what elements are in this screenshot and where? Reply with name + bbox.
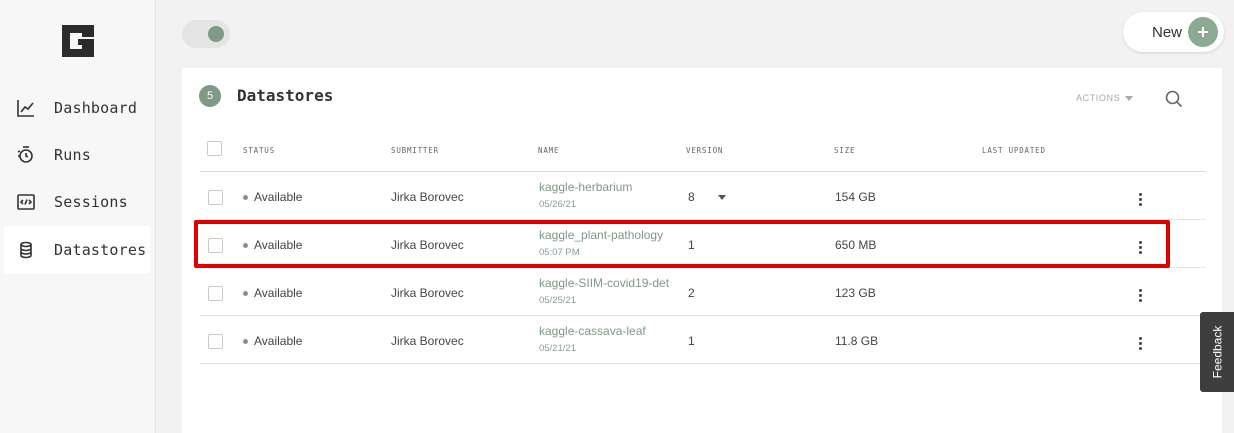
status-cell: Available (243, 238, 302, 252)
version-cell: 2 (688, 286, 695, 300)
actions-dropdown[interactable]: ACTIONS (1076, 93, 1134, 103)
datastore-date: 05/26/21 (539, 199, 576, 210)
column-header-status[interactable]: STATUS (243, 146, 275, 155)
datastore-name-link[interactable]: kaggle-cassava-leaf (539, 324, 646, 338)
column-header-name[interactable]: NAME (538, 146, 559, 155)
row-menu-icon[interactable] (1134, 237, 1146, 257)
row-checkbox[interactable] (208, 238, 223, 253)
size-cell: 154 GB (835, 190, 876, 204)
status-cell: Available (243, 334, 302, 348)
row-checkbox[interactable] (208, 334, 223, 349)
toggle-knob (208, 26, 224, 42)
datastore-date: 05:07 PM (539, 247, 580, 258)
database-icon (16, 240, 36, 260)
version-cell: 8 (688, 190, 695, 204)
new-button[interactable]: New (1123, 12, 1224, 52)
actions-label: ACTIONS (1076, 93, 1121, 103)
sidebar-item-label: Runs (54, 146, 91, 164)
grid-logo-icon[interactable] (60, 23, 96, 59)
datastore-date: 05/25/21 (539, 295, 576, 306)
status-text: Available (254, 286, 303, 300)
row-menu-icon[interactable] (1134, 189, 1146, 209)
submitter-cell: Jirka Borovec (391, 286, 464, 300)
table-row[interactable]: Available Jirka Borovec kaggle-herbarium… (200, 172, 1206, 220)
sidebar-item-dashboard[interactable]: Dashboard (4, 84, 150, 132)
runs-icon (16, 145, 36, 165)
sidebar-item-label: Dashboard (54, 99, 138, 117)
status-cell: Available (243, 286, 302, 300)
table-row[interactable]: Available Jirka Borovec kaggle_plant-pat… (200, 220, 1206, 268)
row-checkbox[interactable] (208, 286, 223, 301)
datastore-name-link[interactable]: kaggle-SIIM-covid19-det (539, 276, 669, 290)
status-text: Available (254, 190, 303, 204)
datastores-card: 5 Datastores ACTIONS STATUS SUBMITTER NA… (182, 68, 1222, 433)
sidebar-item-runs[interactable]: Runs (4, 131, 150, 179)
table-row[interactable]: Available Jirka Borovec kaggle-SIIM-covi… (200, 268, 1206, 316)
submitter-cell: Jirka Borovec (391, 334, 464, 348)
column-header-submitter[interactable]: SUBMITTER (391, 146, 439, 155)
sidebar-item-label: Datastores (54, 241, 147, 259)
column-header-last-updated[interactable]: LAST UPDATED (982, 146, 1046, 155)
version-cell: 1 (688, 238, 695, 252)
status-text: Available (254, 238, 303, 252)
status-dot (243, 290, 248, 296)
page-title: Datastores (237, 86, 334, 105)
caret-down-icon (1125, 95, 1134, 101)
count-badge: 5 (199, 85, 221, 107)
sidebar-item-datastores[interactable]: Datastores (4, 226, 150, 274)
status-cell: Available (243, 190, 302, 204)
status-text: Available (254, 334, 303, 348)
code-window-icon (16, 192, 36, 212)
feedback-tab[interactable]: Feedback (1200, 312, 1234, 392)
size-cell: 11.8 GB (835, 334, 879, 348)
table-row[interactable]: Available Jirka Borovec kaggle-cassava-l… (200, 316, 1206, 364)
row-menu-icon[interactable] (1134, 333, 1146, 353)
datastore-name-link[interactable]: kaggle_plant-pathology (539, 228, 663, 242)
submitter-cell: Jirka Borovec (391, 238, 464, 252)
row-menu-icon[interactable] (1134, 285, 1146, 305)
version-dropdown-icon[interactable] (718, 195, 726, 200)
sidebar: Dashboard Runs Sessions Datastores (0, 0, 156, 433)
size-cell: 123 GB (835, 286, 876, 300)
plus-icon (1188, 17, 1218, 47)
sidebar-item-label: Sessions (54, 193, 128, 211)
datastore-name-link[interactable]: kaggle-herbarium (539, 180, 632, 194)
chart-line-icon (16, 98, 36, 118)
status-dot (243, 338, 248, 344)
datastore-date: 05/21/21 (539, 343, 576, 354)
submitter-cell: Jirka Borovec (391, 190, 464, 204)
status-dot (243, 242, 248, 248)
status-dot (243, 194, 248, 200)
select-all-checkbox[interactable] (207, 141, 222, 156)
row-checkbox[interactable] (208, 190, 223, 205)
theme-toggle[interactable] (182, 20, 230, 48)
version-cell: 1 (688, 334, 695, 348)
size-cell: 650 MB (835, 238, 877, 252)
new-button-label: New (1152, 23, 1183, 41)
column-header-version[interactable]: VERSION (686, 146, 723, 155)
feedback-label: Feedback (1210, 325, 1225, 379)
column-header-size[interactable]: SIZE (834, 146, 855, 155)
search-icon[interactable] (1164, 89, 1184, 109)
sidebar-item-sessions[interactable]: Sessions (4, 178, 150, 226)
